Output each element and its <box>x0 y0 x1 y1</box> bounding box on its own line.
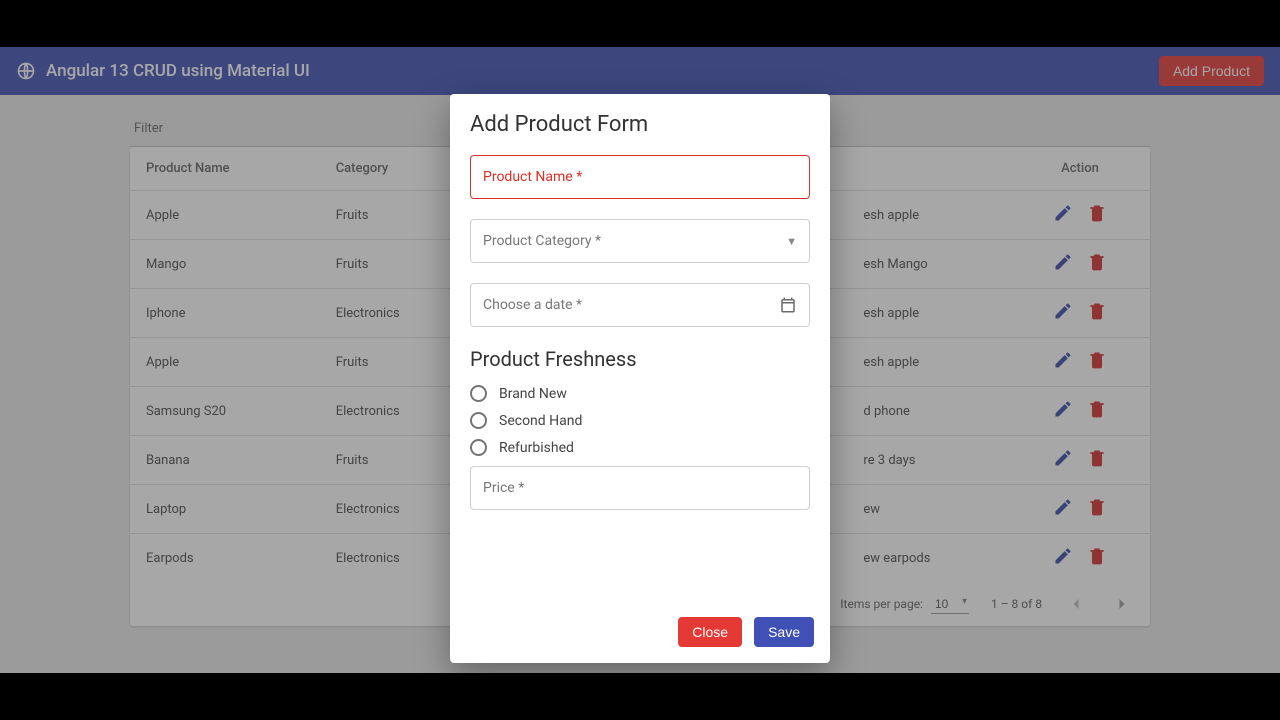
freshness-heading: Product Freshness <box>470 347 810 371</box>
product-date-field[interactable]: Choose a date * <box>470 283 810 327</box>
letterbox-top <box>0 0 1280 47</box>
freshness-option-label: Brand New <box>499 386 567 402</box>
price-label: Price * <box>483 480 524 496</box>
radio-icon <box>470 439 487 456</box>
letterbox-bottom <box>0 673 1280 720</box>
dialog-actions: Close Save <box>450 607 830 663</box>
add-product-dialog: Add Product Form Product Name * Product … <box>450 94 830 663</box>
app-root: Angular 13 CRUD using Material UI Add Pr… <box>0 47 1280 673</box>
product-category-label: Product Category * <box>483 233 601 249</box>
freshness-option[interactable]: Second Hand <box>470 412 810 429</box>
product-category-field[interactable]: Product Category * ▼ <box>470 219 810 263</box>
freshness-option[interactable]: Brand New <box>470 385 810 402</box>
radio-icon <box>470 385 487 402</box>
freshness-option-label: Refurbished <box>499 440 574 456</box>
product-name-field[interactable]: Product Name * <box>470 155 810 199</box>
freshness-option[interactable]: Refurbished <box>470 439 810 456</box>
close-button[interactable]: Close <box>678 617 742 647</box>
dialog-title: Add Product Form <box>470 112 810 137</box>
calendar-icon[interactable] <box>779 296 797 314</box>
freshness-option-label: Second Hand <box>499 413 582 429</box>
dialog-body[interactable]: Add Product Form Product Name * Product … <box>450 94 830 607</box>
save-button[interactable]: Save <box>754 617 814 647</box>
product-date-label: Choose a date * <box>483 297 582 313</box>
product-name-label: Product Name * <box>483 169 582 185</box>
chevron-down-icon: ▼ <box>786 235 797 248</box>
price-field[interactable]: Price * <box>470 466 810 510</box>
radio-icon <box>470 412 487 429</box>
